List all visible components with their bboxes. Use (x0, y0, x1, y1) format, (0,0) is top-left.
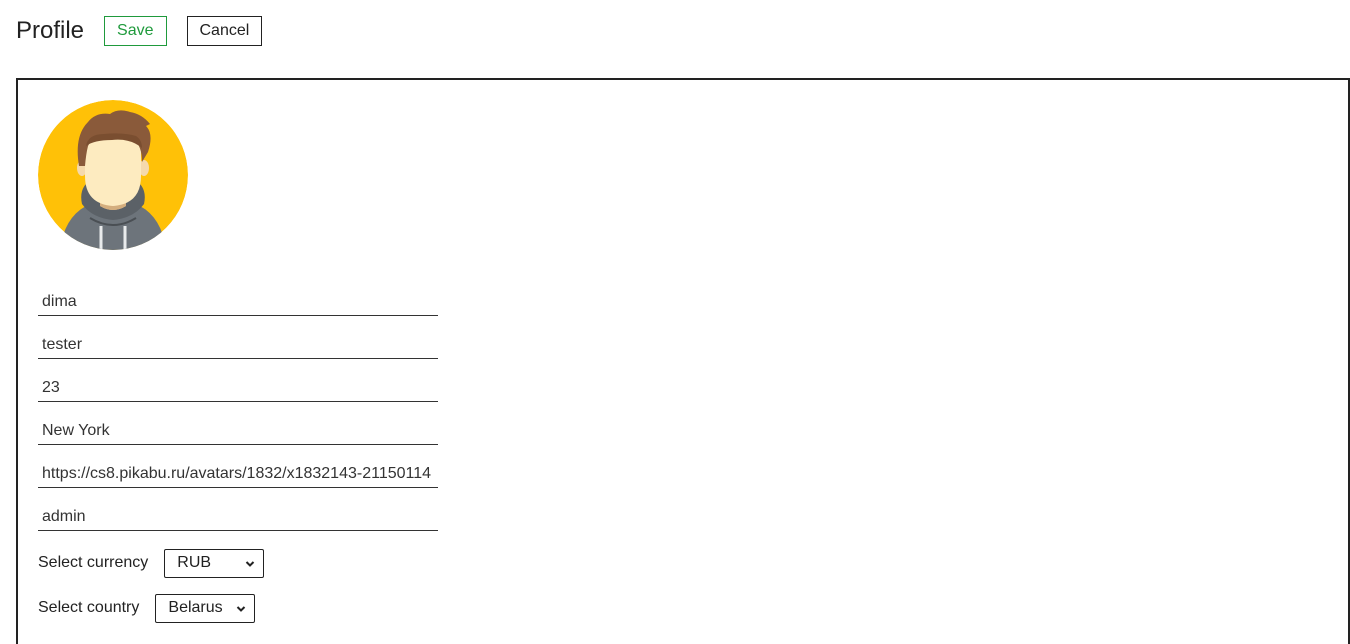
last-name-input[interactable] (38, 331, 438, 359)
cancel-button[interactable]: Cancel (186, 16, 263, 46)
chevron-down-icon (246, 560, 255, 567)
country-select[interactable]: Belarus (155, 593, 256, 623)
currency-select[interactable]: RUB (164, 548, 265, 578)
chevron-down-icon (237, 605, 246, 612)
first-name-input[interactable] (38, 288, 438, 316)
avatar-hoodie-icon (38, 100, 188, 250)
currency-row: Select currency RUB (38, 548, 265, 578)
username-input[interactable] (38, 503, 438, 531)
profile-card: Select currency RUB Select country Belar… (16, 78, 1350, 644)
city-input[interactable] (38, 417, 438, 445)
country-label: Select country (38, 599, 140, 616)
avatar (38, 100, 188, 250)
page-header: Profile Save Cancel (16, 16, 263, 46)
save-button[interactable]: Save (104, 16, 167, 46)
country-selected-value: Belarus (168, 599, 223, 616)
age-input[interactable] (38, 374, 438, 402)
currency-selected-value: RUB (177, 554, 212, 571)
country-row: Select country Belarus (38, 593, 256, 623)
page-title: Profile (16, 17, 85, 44)
currency-label: Select currency (38, 554, 149, 571)
avatar-url-input[interactable] (38, 460, 438, 488)
